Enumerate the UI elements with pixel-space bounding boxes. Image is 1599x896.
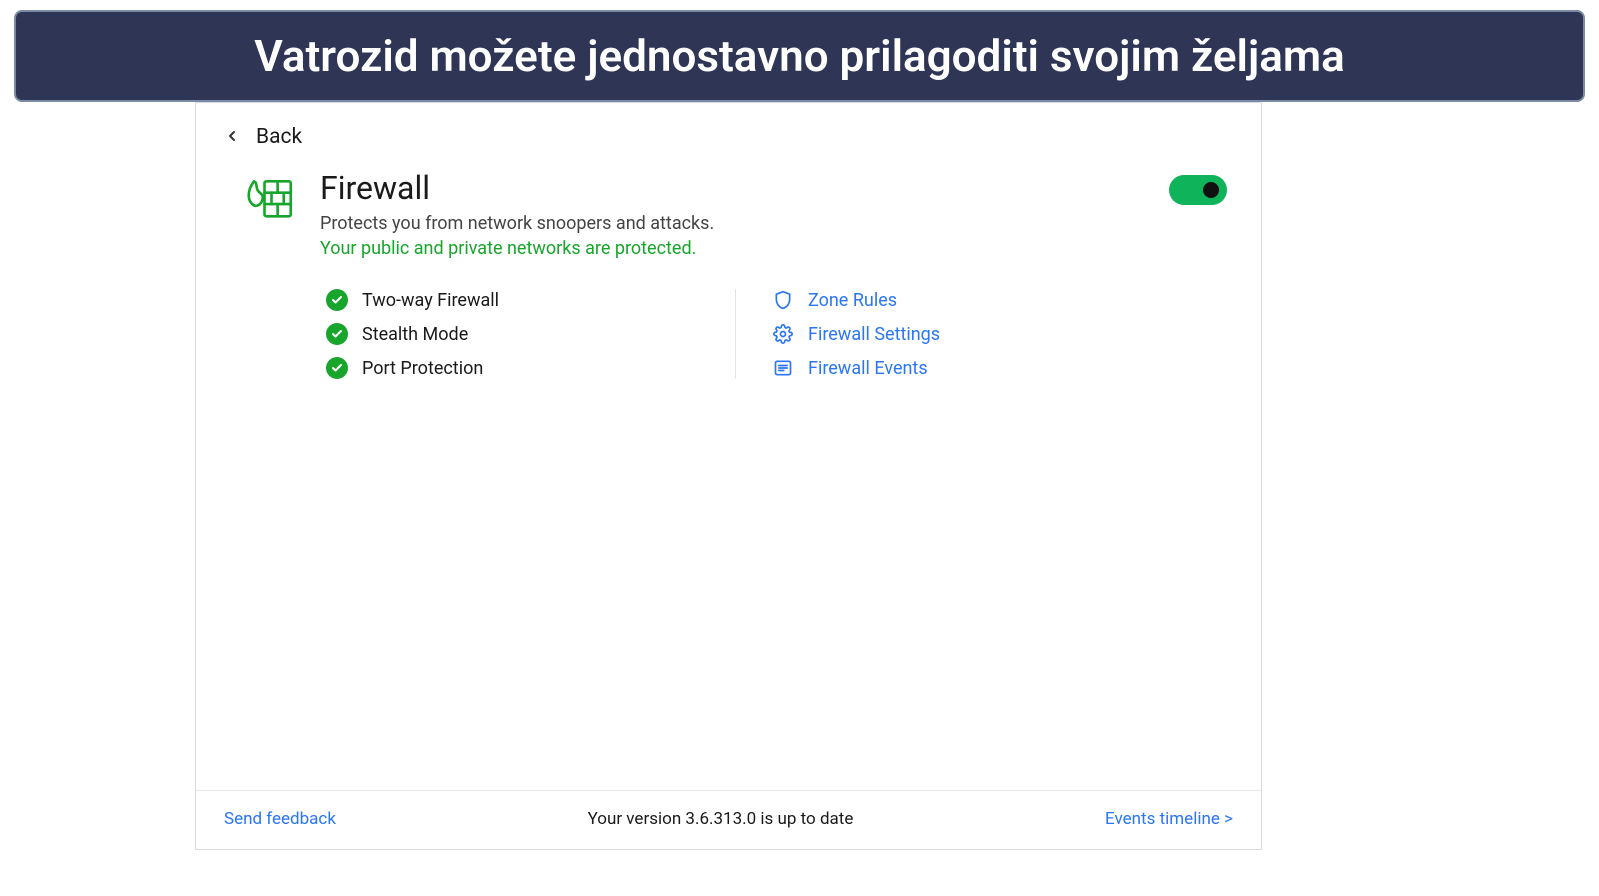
page-subtitle: Protects you from network snoopers and a…	[320, 213, 1145, 234]
send-feedback-link[interactable]: Send feedback	[224, 809, 336, 829]
check-icon	[326, 323, 348, 345]
feature-label: Stealth Mode	[362, 324, 468, 345]
events-timeline-link[interactable]: Events timeline >	[1105, 809, 1233, 829]
status-text: Your public and private networks are pro…	[320, 238, 1145, 259]
check-icon	[326, 289, 348, 311]
firewall-toggle[interactable]	[1169, 175, 1227, 205]
feature-label: Port Protection	[362, 358, 483, 379]
page-title: Firewall	[320, 169, 1145, 207]
shield-icon	[772, 289, 794, 311]
footer: Send feedback Your version 3.6.313.0 is …	[196, 790, 1261, 849]
link-label: Firewall Settings	[808, 324, 940, 345]
feature-label: Two-way Firewall	[362, 290, 499, 311]
feature-list: Two-way Firewall Stealth Mode Port Prote…	[326, 289, 736, 379]
banner-text: Vatrozid možete jednostavno prilagoditi …	[254, 30, 1344, 82]
back-button[interactable]: Back	[196, 103, 330, 149]
link-firewall-events[interactable]: Firewall Events	[772, 357, 1146, 379]
feature-stealth-mode: Stealth Mode	[326, 323, 695, 345]
feature-two-way-firewall: Two-way Firewall	[326, 289, 695, 311]
gear-icon	[772, 323, 794, 345]
chevron-left-icon	[224, 127, 240, 147]
link-zone-rules[interactable]: Zone Rules	[772, 289, 1146, 311]
annotation-banner: Vatrozid možete jednostavno prilagoditi …	[14, 10, 1585, 102]
firewall-icon	[240, 169, 296, 229]
list-icon	[772, 357, 794, 379]
link-label: Firewall Events	[808, 358, 928, 379]
back-label: Back	[256, 125, 302, 149]
header-text: Firewall Protects you from network snoop…	[320, 169, 1145, 259]
header-row: Firewall Protects you from network snoop…	[196, 149, 1261, 259]
features-row: Two-way Firewall Stealth Mode Port Prote…	[196, 289, 1261, 379]
link-firewall-settings[interactable]: Firewall Settings	[772, 323, 1146, 345]
feature-port-protection: Port Protection	[326, 357, 695, 379]
link-label: Zone Rules	[808, 290, 897, 311]
toggle-knob	[1203, 182, 1219, 198]
check-icon	[326, 357, 348, 379]
firewall-panel: Back Firewall Protects you from network …	[195, 102, 1262, 850]
version-text: Your version 3.6.313.0 is up to date	[588, 809, 854, 829]
links-list: Zone Rules Firewall Settings Firewall Ev…	[736, 289, 1146, 379]
